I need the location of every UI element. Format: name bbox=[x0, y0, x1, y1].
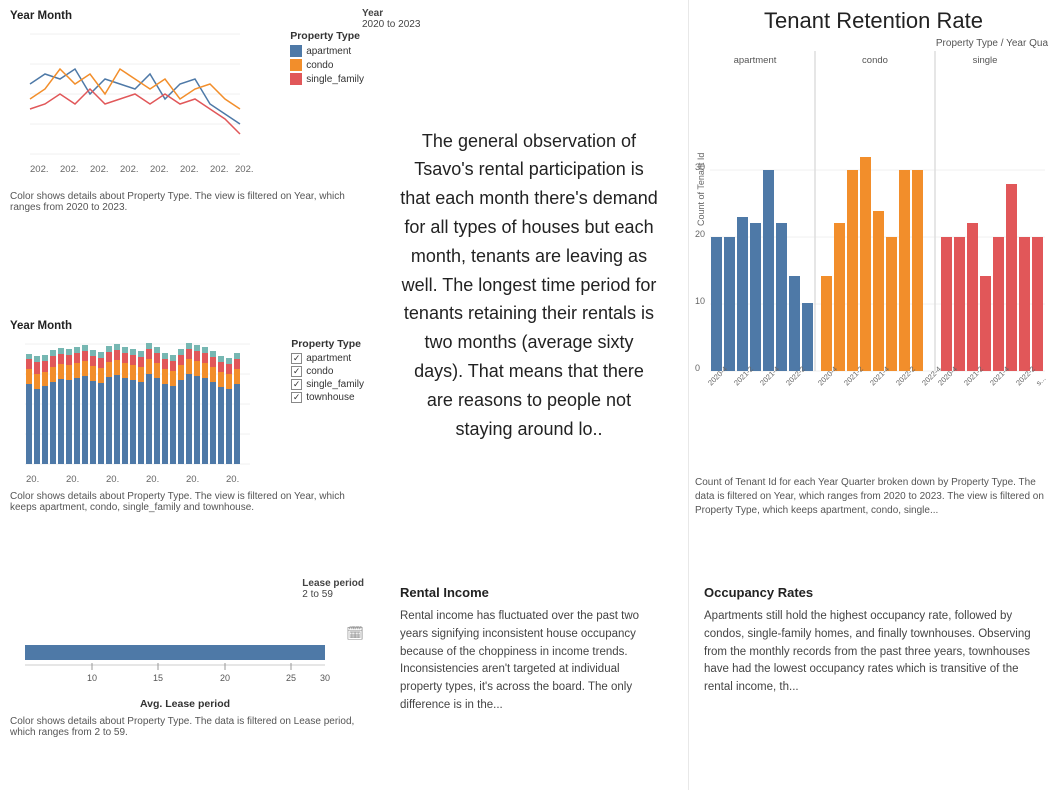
legend-condo-check: ✓ condo bbox=[291, 366, 364, 377]
legend-townhouse-label: townhouse bbox=[306, 392, 354, 403]
legend-apt-check: ✓ apartment bbox=[291, 353, 364, 364]
svg-text:202.: 202. bbox=[150, 164, 169, 175]
line-chart-subtitle: Color shows details about Property Type.… bbox=[10, 191, 360, 213]
legend-title: Property Type bbox=[290, 30, 364, 42]
tenant-retention-panel: Tenant Retention Rate Property Type / Ye… bbox=[688, 0, 1058, 570]
svg-text:20.: 20. bbox=[186, 474, 199, 485]
lease-period-value: 2 to 59 bbox=[302, 589, 364, 600]
svg-text:202.: 202. bbox=[120, 164, 139, 175]
line-chart-svg: 202. 202. 202. 202. 202. 202. 202. 202. bbox=[10, 24, 260, 184]
line-chart-legend: Property Type apartment condo single_fam… bbox=[290, 30, 364, 87]
legend-condo: condo bbox=[290, 59, 364, 71]
line-chart-title: Year Month bbox=[10, 10, 360, 22]
svg-text:202.: 202. bbox=[90, 164, 109, 175]
stacked-bar-panel: Year Month bbox=[0, 310, 370, 570]
occupancy-content: Apartments still hold the highest occupa… bbox=[704, 608, 1043, 697]
svg-text:30: 30 bbox=[320, 673, 330, 683]
lease-filter: Lease period 2 to 59 bbox=[302, 578, 364, 600]
property-type-year-label: Property Type / Year Qua bbox=[695, 38, 1052, 49]
year-filter-value: 2020 to 2023 bbox=[362, 19, 420, 30]
main-description: The general observation of Tsavo's renta… bbox=[400, 127, 658, 444]
svg-text:0: 0 bbox=[695, 363, 700, 373]
rental-income-content: Rental income has fluctuated over the pa… bbox=[400, 608, 658, 715]
rental-income-panel: Rental Income Rental income has fluctuat… bbox=[370, 570, 688, 790]
svg-text:20.: 20. bbox=[226, 474, 239, 485]
apt-checkbox: ✓ bbox=[291, 353, 302, 364]
legend-condo-label: condo bbox=[306, 60, 333, 71]
legend-townhouse-check: ✓ townhouse bbox=[291, 392, 364, 403]
svg-text:s...: s... bbox=[1034, 374, 1047, 387]
svg-text:15: 15 bbox=[153, 673, 163, 683]
legend-sf-label: single_family bbox=[306, 379, 364, 390]
line-chart-panel: Year Month 202. 202. 202. 202. 202. 202.… bbox=[0, 0, 370, 310]
townhouse-checkbox: ✓ bbox=[291, 392, 302, 403]
legend-sf-check: ✓ single_family bbox=[291, 379, 364, 390]
svg-text:10: 10 bbox=[87, 673, 97, 683]
svg-text:20: 20 bbox=[220, 673, 230, 683]
legend-single-family-label: single_family bbox=[306, 74, 364, 85]
stacked-bar-svg: 20. 20. 20. 20. 20. 20. bbox=[10, 334, 260, 484]
svg-text:20.: 20. bbox=[106, 474, 119, 485]
svg-text:20: 20 bbox=[695, 229, 705, 239]
lease-bar-svg: 10 15 20 25 30 bbox=[10, 625, 340, 705]
rental-income-title: Rental Income bbox=[400, 585, 658, 600]
svg-text:25: 25 bbox=[286, 673, 296, 683]
lease-period-panel: Lease period 2 to 59 🗓 10 15 20 25 30 Av… bbox=[0, 570, 370, 790]
svg-text:202.: 202. bbox=[30, 164, 49, 175]
tenant-chart-caption: Count of Tenant Id for each Year Quarter… bbox=[695, 476, 1052, 518]
tenant-retention-svg: apartment condo single 0 10 20 30 Count … bbox=[695, 51, 1055, 471]
year-filter-top: Year 2020 to 2023 bbox=[362, 8, 420, 30]
svg-text:single: single bbox=[973, 55, 998, 66]
legend-apt-label: apartment bbox=[306, 353, 351, 364]
svg-text:10: 10 bbox=[695, 296, 705, 306]
apartment-color bbox=[290, 45, 302, 57]
svg-text:apartment: apartment bbox=[734, 55, 777, 66]
tenant-retention-title: Tenant Retention Rate bbox=[695, 8, 1052, 34]
svg-text:20.: 20. bbox=[146, 474, 159, 485]
svg-text:Count of Tenant Id: Count of Tenant Id bbox=[696, 153, 706, 226]
svg-text:20.: 20. bbox=[26, 474, 39, 485]
occupancy-panel: Occupancy Rates Apartments still hold th… bbox=[688, 570, 1058, 790]
sf-checkbox: ✓ bbox=[291, 379, 302, 390]
legend-apartment: apartment bbox=[290, 45, 364, 57]
condo-color bbox=[290, 59, 302, 71]
main-text-panel: The general observation of Tsavo's renta… bbox=[370, 0, 688, 570]
legend-single-family: single_family bbox=[290, 73, 364, 85]
svg-text:202.: 202. bbox=[235, 164, 254, 175]
single-family-color bbox=[290, 73, 302, 85]
legend-apartment-label: apartment bbox=[306, 46, 351, 57]
legend-condo2-label: condo bbox=[306, 366, 333, 377]
svg-text:20.: 20. bbox=[66, 474, 79, 485]
year-filter-label: Year bbox=[362, 8, 420, 19]
stacked-bar-subtitle: Color shows details about Property Type.… bbox=[10, 491, 360, 513]
lease-period-label: Lease period bbox=[302, 578, 364, 589]
stacked-bar-title: Year Month bbox=[10, 320, 360, 332]
lease-subtitle: Color shows details about Property Type.… bbox=[10, 716, 360, 738]
svg-text:202.: 202. bbox=[60, 164, 79, 175]
stacked-bar-legend: Property Type ✓ apartment ✓ condo ✓ sing… bbox=[291, 338, 364, 405]
svg-text:condo: condo bbox=[862, 55, 888, 66]
occupancy-title: Occupancy Rates bbox=[704, 585, 1043, 600]
condo-checkbox: ✓ bbox=[291, 366, 302, 377]
stacked-legend-title: Property Type bbox=[291, 338, 364, 350]
svg-text:202.: 202. bbox=[210, 164, 229, 175]
calendar-icon: 🗓 bbox=[346, 625, 364, 642]
svg-text:202.: 202. bbox=[180, 164, 199, 175]
